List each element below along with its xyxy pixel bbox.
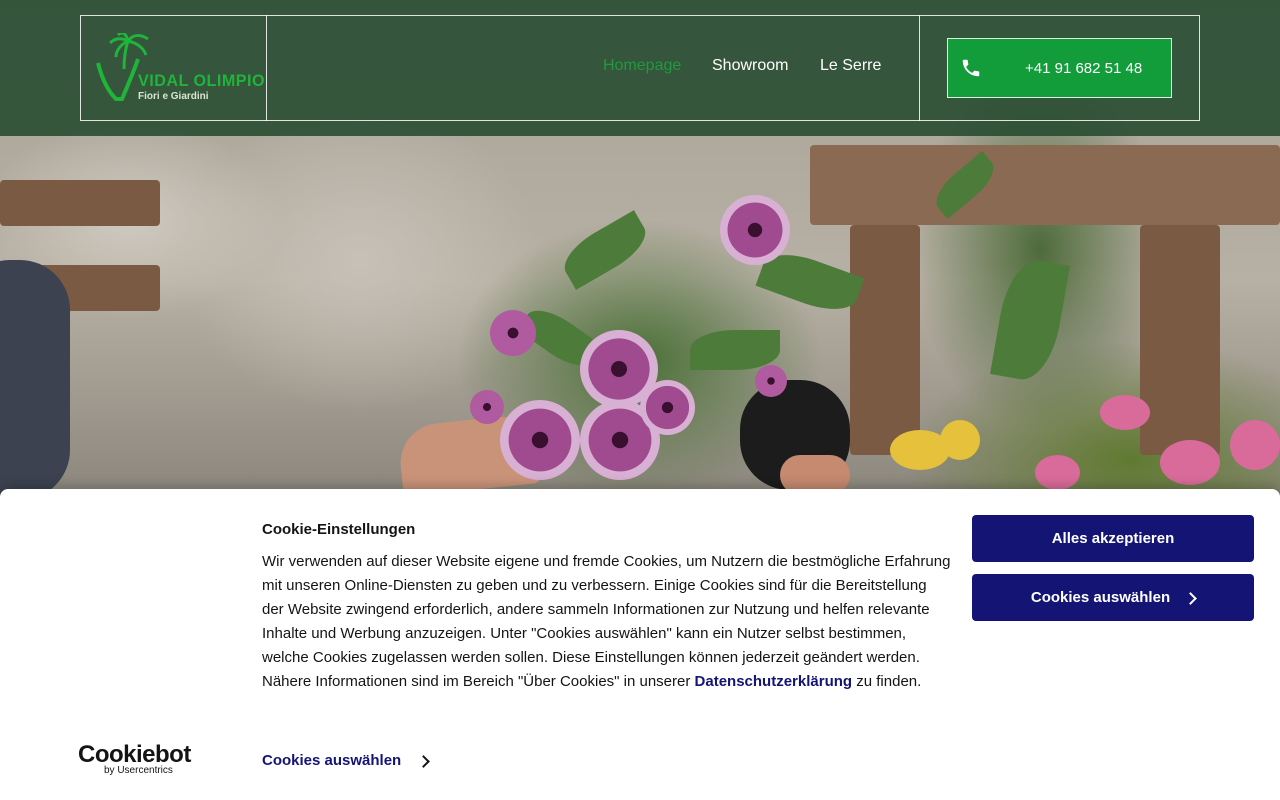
cookie-details-link[interactable]: Cookies auswählen [262, 752, 431, 769]
header-divider [919, 15, 920, 121]
nav-homepage[interactable]: Homepage [603, 57, 681, 75]
select-cookies-button[interactable]: Cookies auswählen [972, 574, 1254, 621]
accept-all-button[interactable]: Alles akzeptieren [972, 515, 1254, 562]
cookie-banner: Cookiebot by Usercentrics Cookie-Einstel… [0, 489, 1280, 800]
cookie-body-text: Wir verwenden auf dieser Website eigene … [262, 553, 951, 690]
cookie-body-suffix: zu finden. [852, 673, 922, 690]
cookiebot-logo: Cookiebot [78, 741, 191, 768]
logo-name: VIDAL OLIMPIO [138, 71, 266, 90]
phone-button[interactable]: +41 91 682 51 48 [947, 38, 1172, 98]
phone-icon [962, 59, 980, 77]
select-cookies-label: Cookies auswählen [1030, 589, 1171, 606]
accept-all-label: Alles akzeptieren [1051, 530, 1175, 547]
cookie-title: Cookie-Einstellungen [262, 521, 416, 538]
chevron-right-icon [1184, 592, 1197, 605]
logo-tagline: Fiori e Giardini [138, 91, 209, 102]
cookie-details-label: Cookies auswählen [262, 752, 402, 769]
privacy-policy-link[interactable]: Datenschutzerklärung [695, 673, 853, 690]
chevron-right-icon [417, 755, 431, 768]
nav-showroom[interactable]: Showroom [712, 57, 788, 75]
site-logo[interactable]: VIDAL OLIMPIO Fiori e Giardini [80, 15, 267, 121]
nav-le-serre[interactable]: Le Serre [820, 57, 881, 75]
phone-number: +41 91 682 51 48 [1025, 60, 1143, 77]
cookie-description: Wir verwenden auf dieser Website eigene … [262, 550, 952, 694]
cookiebot-by-label: by Usercentrics [104, 765, 173, 776]
